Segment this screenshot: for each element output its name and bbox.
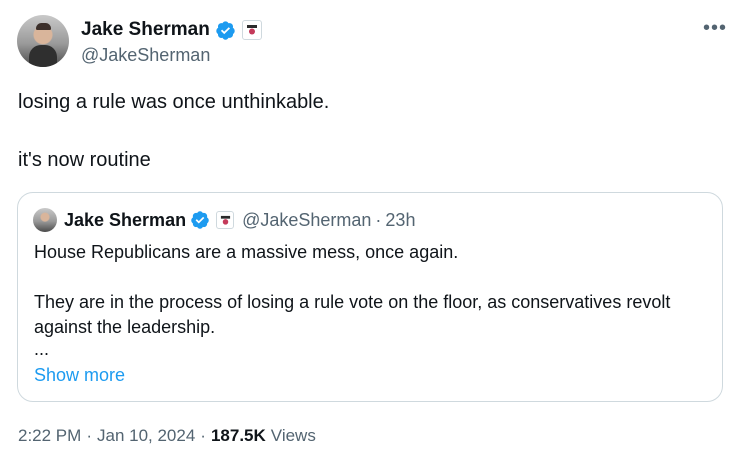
- affiliate-badge-icon[interactable]: [241, 20, 262, 40]
- quoted-paragraph-2: They are in the process of losing a rule…: [34, 292, 671, 337]
- more-options-icon[interactable]: •••: [703, 17, 727, 40]
- verified-badge-icon: [216, 20, 235, 40]
- show-more-link[interactable]: Show more: [34, 365, 125, 386]
- quoted-author-avatar[interactable]: [33, 208, 57, 232]
- tweet-meta: 2:22 PM · Jan 10, 2024 · 187.5K Views: [18, 426, 316, 446]
- author-name[interactable]: Jake Sherman: [81, 19, 210, 41]
- verified-badge-icon: [191, 211, 209, 229]
- separator-dot: ·: [200, 426, 206, 445]
- quoted-tweet-header: Jake Sherman @JakeSherman · 23h: [64, 209, 415, 231]
- tweet-date[interactable]: Jan 10, 2024: [97, 426, 195, 446]
- views-label: Views: [270, 426, 316, 445]
- quoted-tweet-card[interactable]: Jake Sherman @JakeSherman · 23h House Re…: [17, 192, 723, 402]
- quoted-ellipsis: ...: [34, 339, 50, 359]
- tweet-line-2: it's now routine: [18, 149, 151, 171]
- quoted-author-name[interactable]: Jake Sherman: [64, 210, 186, 231]
- tweet-time[interactable]: 2:22 PM: [18, 426, 81, 446]
- separator-dot: ·: [375, 209, 382, 230]
- views-count[interactable]: 187.5K: [211, 426, 266, 446]
- author-name-row: Jake Sherman: [81, 18, 262, 42]
- author-handle[interactable]: @JakeSherman: [81, 45, 210, 66]
- quoted-timestamp[interactable]: 23h: [385, 210, 415, 231]
- tweet-header: Jake Sherman @JakeSherman •••: [17, 15, 727, 67]
- tweet-text: losing a rule was once unthinkable. it's…: [18, 90, 329, 172]
- author-avatar[interactable]: [17, 15, 69, 67]
- quoted-author-handle[interactable]: @JakeSherman: [242, 210, 371, 231]
- affiliate-badge-icon[interactable]: [216, 211, 235, 229]
- quoted-tweet-body: House Republicans are a massive mess, on…: [34, 240, 704, 358]
- tweet-line-1: losing a rule was once unthinkable.: [18, 91, 330, 113]
- separator-dot: ·: [86, 426, 92, 445]
- quoted-paragraph-1: House Republicans are a massive mess, on…: [34, 242, 459, 262]
